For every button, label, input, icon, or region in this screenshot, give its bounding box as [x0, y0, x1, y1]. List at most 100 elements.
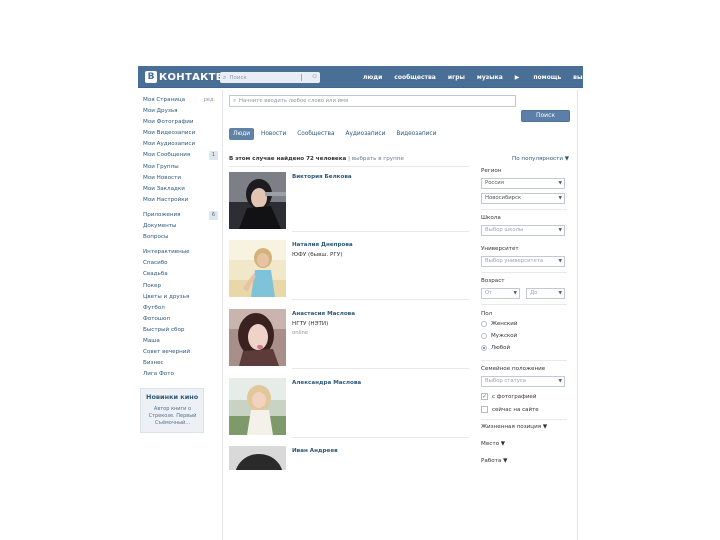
vk-logo[interactable]: В КОНТАКТЕ [145, 70, 223, 84]
university-select[interactable]: Выбор университета ▼ [481, 256, 565, 267]
divider [292, 231, 469, 232]
tab-video[interactable]: Видеозаписи [392, 128, 440, 140]
sidebar-item-questions[interactable]: Вопросы [143, 232, 218, 243]
age-to-select[interactable]: До ▼ [526, 288, 565, 299]
sidebar-app-item[interactable]: Цветы и друзья [143, 292, 218, 303]
person-result[interactable]: Анастасия Маслова НГТУ (НЭТИ) online [229, 309, 469, 371]
sidebar-item-label: Мои Видеозаписи [143, 130, 196, 137]
work-toggle[interactable]: Работа ▼ [481, 458, 507, 464]
online-checkbox[interactable]: сейчас на сайте [481, 406, 539, 413]
sidebar-item-documents[interactable]: Документы [143, 221, 218, 232]
search-placeholder: Начните вводить любое слово или имя [238, 98, 349, 104]
chevron-down-icon: ▼ [513, 291, 517, 296]
nav-people[interactable]: люди [363, 74, 382, 81]
avatar[interactable] [229, 240, 286, 297]
sidebar-item-messages[interactable]: Мои Сообщения 1 [143, 150, 218, 161]
sidebar-app-item[interactable]: Маша [143, 336, 218, 347]
marital-select[interactable]: Выбор статуса ▼ [481, 376, 565, 387]
avatar[interactable] [229, 378, 286, 435]
sidebar-item-videos[interactable]: Мои Видеозаписи [143, 128, 218, 139]
person-name[interactable]: Анастасия Маслова [292, 311, 355, 317]
top-header: В КОНТАКТЕ ⌕ Поиск ⚇ люди сообщества игр… [138, 66, 594, 88]
person-name[interactable]: Виктория Белкова [292, 174, 352, 180]
city-select[interactable]: Новосибирск ▼ [481, 193, 565, 204]
sidebar-app-item[interactable]: Интерактивные [143, 247, 218, 258]
sidebar-item-label: Мои Сообщения [143, 152, 191, 159]
radio-label: Мужской [491, 333, 518, 339]
avatar[interactable] [229, 172, 286, 229]
sidebar-app-item[interactable]: Свадьба [143, 269, 218, 280]
radio-label: Женский [491, 321, 518, 327]
checkbox-label: сейчас на сайте [492, 406, 539, 413]
sidebar-app-item[interactable]: Покер [143, 281, 218, 292]
messages-count-badge: 1 [208, 151, 218, 161]
sidebar-item-bookmarks[interactable]: Мои Закладки [143, 184, 218, 195]
edit-link[interactable]: ред. [201, 96, 218, 105]
sidebar-app-item[interactable]: Лига Фото [143, 369, 218, 380]
sidebar-item-my-page[interactable]: Моя Страница ред. [143, 95, 218, 106]
checkbox-icon [481, 406, 488, 413]
sidebar-item-apps[interactable]: Приложения 6 [143, 210, 218, 221]
chevron-down-icon: ▼ [558, 259, 562, 264]
gender-any-radio[interactable]: Любой [481, 345, 510, 351]
tab-audio[interactable]: Аудиозаписи [342, 128, 390, 140]
sort-dropdown[interactable]: По популярности ▼ [512, 156, 569, 162]
tab-news[interactable]: Новости [257, 128, 290, 140]
chevron-down-icon: ▼ [558, 379, 562, 384]
person-result[interactable]: Наталия Днепрова ЮФУ (бывш. РГУ) [229, 240, 469, 302]
sidebar-item-label: Документы [143, 223, 177, 230]
sidebar-item-groups[interactable]: Мои Группы [143, 162, 218, 173]
divider [292, 368, 469, 369]
sidebar-app-item[interactable]: Фотошоп [143, 314, 218, 325]
play-icon[interactable]: ▶ [515, 74, 520, 81]
sidebar-app-item[interactable]: Спасибо [143, 258, 218, 269]
school-select[interactable]: Выбор школы ▼ [481, 225, 565, 236]
sidebar-item-friends[interactable]: Мои Друзья [143, 106, 218, 117]
with-photo-checkbox[interactable]: ✓ с фотографией [481, 393, 536, 400]
country-select[interactable]: Россия ▼ [481, 178, 565, 189]
search-button[interactable]: Поиск [521, 110, 570, 122]
nav-games[interactable]: игры [448, 74, 465, 81]
sidebar-item-audio[interactable]: Мои Аудиозаписи [143, 139, 218, 150]
place-toggle[interactable]: Место ▼ [481, 441, 505, 447]
select-in-group-link[interactable]: | выбрать в группе [348, 156, 404, 162]
person-name[interactable]: Наталия Днепрова [292, 242, 353, 248]
person-result[interactable]: Александра Маслова [229, 378, 469, 440]
sidebar-item-settings[interactable]: Мои Настройки [143, 195, 218, 206]
search-options-icon[interactable]: ⚇ [312, 72, 317, 83]
sidebar-item-label: Мои Группы [143, 163, 179, 170]
gender-female-radio[interactable]: Женский [481, 321, 517, 327]
sidebar-app-item[interactable]: Быстрый сбор [143, 325, 218, 336]
sidebar-item-news[interactable]: Мои Новости [143, 173, 218, 184]
divider [481, 272, 567, 273]
sidebar-app-item[interactable]: Бизнес [143, 358, 218, 369]
person-name[interactable]: Иван Андреев [292, 448, 338, 454]
person-university: НГТУ (НЭТИ) [292, 321, 329, 327]
top-search-input[interactable]: ⌕ Поиск ⚇ [220, 72, 320, 83]
university-label: Университет [481, 246, 519, 252]
results-count: В этом случае найдено 72 человека [229, 156, 347, 162]
divider [481, 360, 567, 361]
person-result[interactable]: Виктория Белкова [229, 172, 469, 234]
avatar[interactable] [229, 309, 286, 366]
nav-communities[interactable]: сообщества [394, 74, 436, 81]
sidebar-app-item[interactable]: Совет вечерний [143, 347, 218, 358]
life-position-toggle[interactable]: Жизненная позиция ▼ [481, 424, 547, 430]
tab-people[interactable]: Люди [229, 128, 255, 140]
people-search-input[interactable]: ⌕ Начните вводить любое слово или имя [229, 95, 516, 107]
promo-block[interactable]: Новинки кино Автор книги о Стрекозе. Пер… [140, 388, 204, 433]
age-from-select[interactable]: От ▼ [481, 288, 520, 299]
sidebar-app-item[interactable]: Футбол [143, 303, 218, 314]
avatar[interactable] [229, 446, 286, 470]
nav-music[interactable]: музыка [477, 74, 503, 81]
radio-icon [481, 333, 487, 339]
divider [229, 166, 469, 167]
school-label: Школа [481, 215, 501, 221]
person-name[interactable]: Александра Маслова [292, 380, 361, 386]
person-result[interactable]: Иван Андреев [229, 446, 469, 470]
gender-male-radio[interactable]: Мужской [481, 333, 517, 339]
sidebar-item-photos[interactable]: Мои Фотографии [143, 117, 218, 128]
nav-logout[interactable]: выйти [573, 74, 594, 81]
nav-help[interactable]: помощь [533, 74, 561, 81]
tab-communities[interactable]: Сообщества [293, 128, 338, 140]
